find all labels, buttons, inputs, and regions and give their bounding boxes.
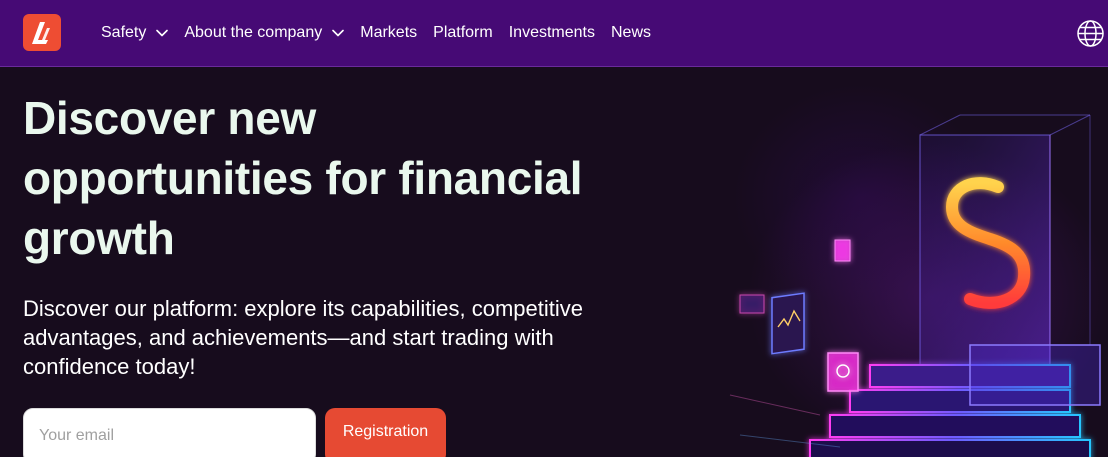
hero-headline: Discover new opportunities for financial… [23,92,583,264]
email-input[interactable] [23,408,316,457]
page: Safety About the company Markets Platfor… [0,0,1108,457]
nav-item-label: About the company [184,24,323,41]
nav-item-label: Platform [433,24,493,41]
nav-item-label: Investments [508,24,595,41]
top-navbar: Safety About the company Markets Platfor… [0,0,1108,67]
nav-item-markets[interactable]: Markets [360,22,417,44]
chevron-down-icon [332,29,345,37]
chevron-down-icon [156,29,169,37]
nav-item-label: Markets [360,24,418,41]
dollar-sign-illustration [729,114,1101,457]
nav-item-platform[interactable]: Platform [433,22,493,44]
brand-logo-icon [32,22,50,44]
nav-menu: Safety About the company Markets Platfor… [101,22,667,44]
globe-icon[interactable] [1076,19,1105,48]
registration-button[interactable]: Registration [325,408,446,457]
hero-subtitle: Discover our platform: explore its capab… [23,296,584,379]
nav-item-investments[interactable]: Investments [509,22,595,44]
nav-item-label: Safety [101,24,147,41]
nav-item-news[interactable]: News [611,22,651,44]
brand-logo[interactable] [23,14,61,51]
nav-item-about[interactable]: About the company [184,22,345,44]
nav-item-label: News [610,24,651,41]
nav-item-safety[interactable]: Safety [101,22,169,44]
